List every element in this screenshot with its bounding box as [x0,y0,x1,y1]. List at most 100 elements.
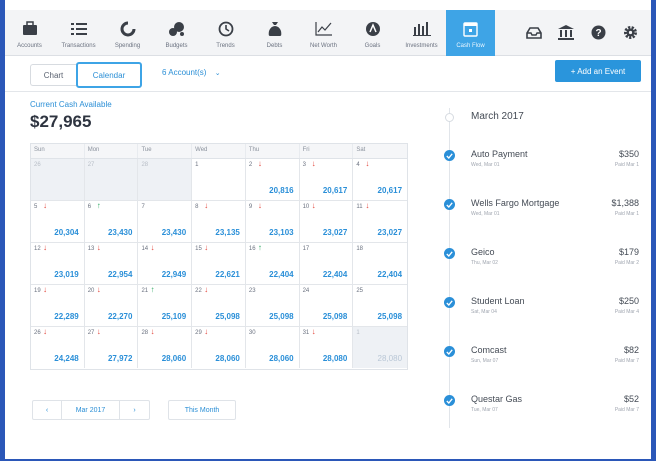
arrow-down-icon: ↓ [204,327,209,336]
inbox-icon[interactable] [525,24,543,42]
calendar-day-cell[interactable]: 13 ↓ 22,954 [84,243,139,284]
next-month-button[interactable]: › [120,400,150,420]
calendar-day-cell[interactable]: 23 25,098 [245,285,300,326]
nav-budgets[interactable]: Budgets [152,10,201,56]
calendar-day-cell[interactable]: 11 ↓ 23,027 [353,201,408,242]
calendar-day-cell[interactable]: 7 23,430 [138,201,193,242]
day-number: 14 [141,246,149,252]
day-number: 21 [141,288,149,294]
line-chart-icon [314,18,333,40]
nav-transactions[interactable]: Transactions [54,10,103,56]
timeline-event[interactable]: Geico Thu, Mar 02 $179 Paid Mar 2 [440,246,645,286]
calendar-day-cell[interactable]: 27 [84,159,139,200]
nav-cash-flow[interactable]: Cash Flow [446,10,495,56]
calendar-day-cell[interactable]: 26 [31,159,85,200]
calendar-day-cell[interactable]: 4 ↓ 20,617 [353,159,408,200]
nav-net-worth[interactable]: Net Worth [299,10,348,56]
calendar-day-cell[interactable]: 19 ↓ 22,289 [31,285,85,326]
event-date: Wed, Mar 01 [471,162,500,168]
calendar-day-cell[interactable]: 22 ↓ 25,098 [192,285,246,326]
calendar-day-cell[interactable]: 2 ↓ 20,816 [245,159,300,200]
calendar-day-cell[interactable]: 10 ↓ 23,027 [299,201,354,242]
calendar-day-cell[interactable]: 9 ↓ 23,103 [245,201,300,242]
nav-label: Net Worth [310,42,337,49]
nav-spending[interactable]: Spending [103,10,152,56]
arrow-down-icon: ↓ [257,159,262,168]
list-icon [70,18,87,40]
gear-icon[interactable] [621,24,639,42]
calendar-day-cell[interactable]: 29 ↓ 28,060 [192,327,246,368]
day-number: 26 [34,330,41,336]
timeline-event[interactable]: Student Loan Sat, Mar 04 $250 Paid Mar 4 [440,295,645,335]
nav-utilities: ? [525,10,651,55]
arrow-down-icon: ↓ [204,201,209,210]
calendar-day-cell[interactable]: 28 ↓ 28,060 [138,327,193,368]
nav-investments[interactable]: Investments [397,10,446,56]
month-pager: ‹ Mar 2017 › This Month [32,400,236,420]
day-balance: 23,430 [107,228,133,237]
timeline-event[interactable]: Questar Gas Tue, Mar 07 $52 Paid Mar 7 [440,393,645,433]
arrow-up-icon: ↑ [150,285,155,294]
calendar-day-cell[interactable]: 28 [138,159,193,200]
day-balance: 24,248 [54,354,79,363]
nav-accounts[interactable]: Accounts [5,10,54,56]
this-month-button[interactable]: This Month [168,400,236,420]
calendar-day-cell[interactable]: 18 22,404 [353,243,408,284]
calendar-day-cell[interactable]: 17 22,404 [299,243,354,284]
check-icon [444,248,455,259]
arrow-down-icon: ↓ [365,159,370,168]
day-balance: 28,060 [215,354,240,363]
event-date: Sat, Mar 04 [471,309,497,315]
cash-flow-calendar: Sun Mon Tue Wed Thu Fri Sat 26 27 28 1 2 ↓ 20,… [30,143,408,370]
arrow-up-icon: ↑ [96,201,101,210]
add-event-button[interactable]: + Add an Event [555,60,641,82]
calendar-day-cell[interactable]: 26 ↓ 24,248 [31,327,85,368]
arrow-down-icon: ↓ [150,243,155,252]
accounts-dropdown[interactable]: 6 Account(s) ⌄ [162,68,221,77]
timeline-event[interactable]: Wells Fargo Mortgage Wed, Mar 01 $1,388 Pai… [440,197,645,237]
event-status: Paid Mar 7 [614,358,639,364]
calendar-day-cell[interactable]: 14 ↓ 22,949 [138,243,193,284]
calendar-day-cell[interactable]: 6 ↑ 23,430 [84,201,139,242]
chart-view-button[interactable]: Chart [30,64,76,86]
nav-debts[interactable]: Debts [250,10,299,56]
calendar-day-cell[interactable]: 1 [192,159,246,200]
calendar-day-cell[interactable]: 15 ↓ 22,621 [192,243,246,284]
timeline-event[interactable]: Auto Payment Wed, Mar 01 $350 Paid Mar 1 [440,148,645,188]
arrow-down-icon: ↓ [257,201,262,210]
event-status: Paid Mar 7 [614,407,639,413]
arrow-down-icon: ↓ [311,159,316,168]
nav-label: Spending [114,42,141,49]
calendar-day-cell[interactable]: 5 ↓ 20,304 [31,201,85,242]
calendar-day-cell[interactable]: 20 ↓ 22,270 [84,285,139,326]
calendar-day-cell[interactable]: 27 ↓ 27,972 [84,327,139,368]
calendar-day-cell[interactable]: 3 ↓ 20,617 [299,159,354,200]
day-balance: 22,270 [107,312,133,321]
target-icon [365,18,381,40]
calendar-day-cell[interactable]: 24 25,098 [299,285,354,326]
day-number: 15 [195,246,202,252]
calendar-day-cell[interactable]: 8 ↓ 23,135 [192,201,246,242]
clock-icon [218,18,234,40]
timeline-event[interactable]: Comcast Sun, Mar 07 $82 Paid Mar 7 [440,344,645,384]
calendar-day-cell[interactable]: 1 28,080 [353,327,408,368]
calendar-view-button[interactable]: Calendar [76,62,142,88]
calendar-day-cell[interactable]: 12 ↓ 23,019 [31,243,85,284]
calendar-day-cell[interactable]: 31 ↓ 28,080 [299,327,354,368]
help-icon[interactable]: ? [589,24,607,42]
day-number: 2 [248,162,253,168]
day-number: 22 [195,288,202,294]
day-balance: 25,098 [215,312,240,321]
nav-goals[interactable]: Goals [348,10,397,56]
prev-month-button[interactable]: ‹ [32,400,62,420]
nav-trends[interactable]: Trends [201,10,250,56]
calendar-day-cell[interactable]: 16 ↑ 22,404 [245,243,300,284]
calendar-week-row: 26 27 28 1 2 ↓ 20,816 3 ↓ 20,617 4 ↓ 20,617 [31,159,408,201]
calendar-day-cell[interactable]: 25 25,098 [353,285,408,326]
calendar-day-cell[interactable]: 21 ↑ 25,109 [138,285,193,326]
day-balance: 22,621 [215,270,240,279]
day-balance: 28,080 [377,354,403,363]
bank-icon[interactable] [557,24,575,42]
accounts-dropdown-label: 6 Account(s) [162,68,207,77]
calendar-day-cell[interactable]: 30 28,060 [245,327,300,368]
